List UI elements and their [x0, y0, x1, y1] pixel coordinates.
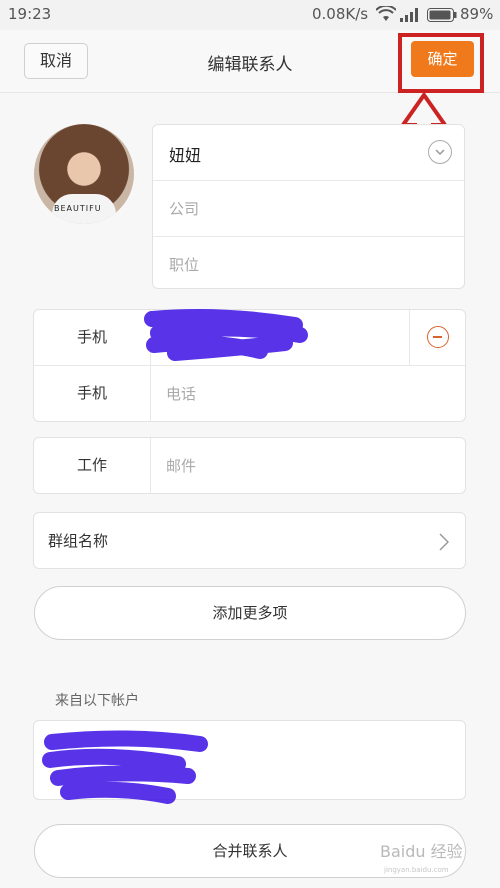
cancel-button[interactable]: 取消 — [24, 43, 88, 79]
redaction-scribble — [144, 309, 308, 361]
add-more-button[interactable]: 添加更多项 — [34, 586, 466, 640]
position-placeholder: 职位 — [169, 256, 200, 274]
email-row: 工作 邮件 — [34, 438, 465, 493]
baidu-watermark: Baidu 经验 — [380, 842, 463, 861]
status-time: 19:23 — [8, 5, 52, 23]
name-card: 妞妞 公司 职位 — [152, 124, 465, 289]
group-row[interactable]: 群组名称 — [34, 513, 465, 568]
email-label[interactable]: 工作 — [34, 438, 151, 493]
status-bar: 19:23 0.08K/s 89% — [0, 0, 500, 30]
group-card[interactable]: 群组名称 — [33, 512, 466, 569]
battery-icon — [427, 8, 457, 26]
email-placeholder[interactable]: 邮件 — [166, 455, 196, 476]
accounts-redaction-scribble — [42, 730, 208, 804]
phone-label-1[interactable]: 手机 — [34, 310, 151, 365]
accounts-section-title: 来自以下帐户 — [55, 693, 139, 709]
baidu-watermark-url: jingyan.baidu.com — [384, 866, 449, 874]
company-placeholder: 公司 — [169, 200, 200, 218]
remove-phone-icon[interactable] — [409, 310, 465, 365]
phone-row-2: 手机 电话 — [34, 365, 465, 421]
wifi-icon — [375, 4, 397, 26]
signal-icon — [400, 8, 420, 26]
annotation-highlight-box — [398, 33, 484, 93]
phone-placeholder-2[interactable]: 电话 — [166, 383, 196, 404]
avatar-shirt-text: BEAUTIFU — [54, 204, 102, 213]
battery-percent: 89% — [460, 5, 494, 23]
phone-label-2[interactable]: 手机 — [34, 366, 151, 421]
expand-name-icon[interactable] — [428, 140, 452, 164]
network-speed: 0.08K/s — [312, 5, 369, 23]
group-label: 群组名称 — [48, 532, 109, 550]
name-field[interactable]: 妞妞 — [153, 125, 464, 181]
name-value: 妞妞 — [169, 146, 202, 165]
company-field[interactable]: 公司 — [153, 181, 464, 237]
chevron-right-icon — [439, 533, 450, 555]
page-title: 编辑联系人 — [207, 55, 293, 75]
email-card: 工作 邮件 — [33, 437, 466, 494]
avatar[interactable]: BEAUTIFU — [34, 124, 134, 224]
position-field[interactable]: 职位 — [153, 237, 464, 292]
